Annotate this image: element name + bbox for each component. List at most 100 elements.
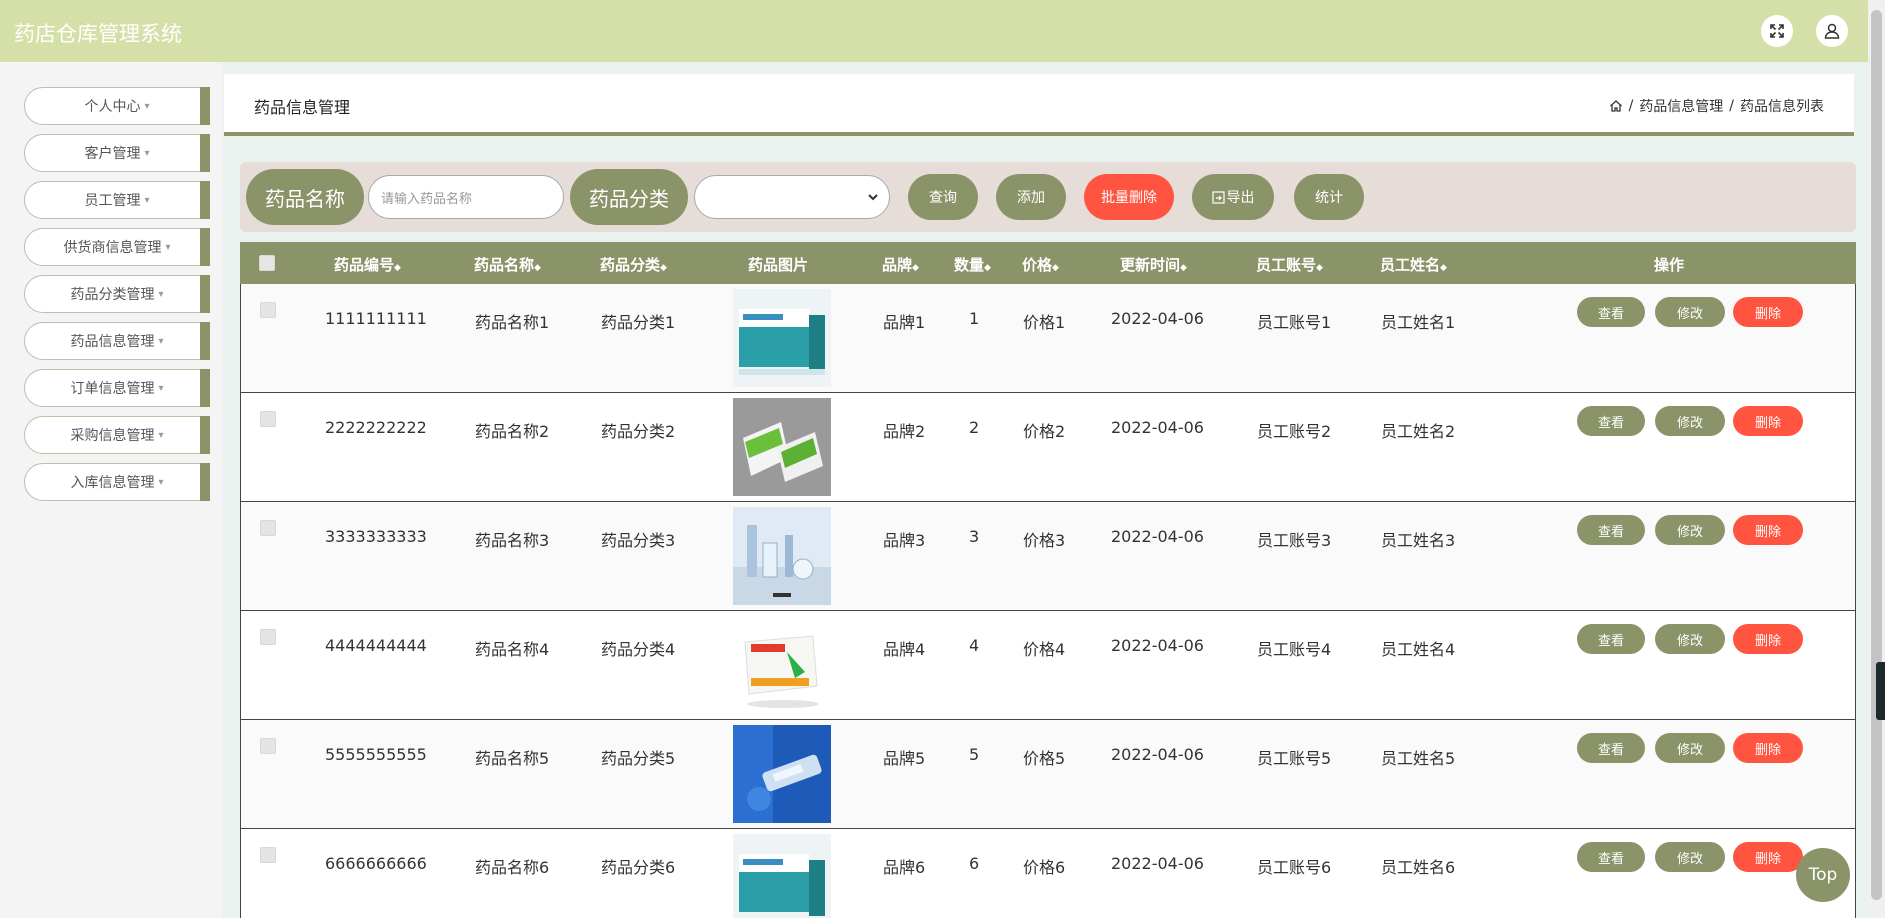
page-title: 药品信息管理: [254, 98, 351, 117]
table-row: 5555555555 药品名称5 药品分类5 品牌5 5 价格5 2022-04…: [240, 720, 1856, 829]
user-button[interactable]: [1816, 15, 1848, 47]
scrollbar-thumb[interactable]: [1871, 10, 1882, 900]
sidebar-item-label: 入库信息管理: [70, 475, 155, 491]
th-updated[interactable]: 更新时间◆: [1120, 254, 1187, 275]
delete-button[interactable]: 删除: [1733, 297, 1803, 327]
delete-button[interactable]: 删除: [1733, 406, 1803, 436]
cell-emp-name: 员工姓名6: [1381, 858, 1456, 877]
caret-down-icon: ▾: [144, 147, 150, 159]
edit-button[interactable]: 修改: [1655, 842, 1725, 872]
query-button[interactable]: 查询: [908, 174, 978, 220]
view-button[interactable]: 查看: [1577, 842, 1645, 872]
delete-button[interactable]: 删除: [1733, 624, 1803, 654]
cell-name: 药品名称3: [475, 531, 550, 550]
export-icon: [1211, 190, 1225, 204]
th-label: 药品编号: [334, 256, 395, 274]
cell-category: 药品分类2: [601, 422, 676, 441]
sidebar-item-label: 个人中心: [84, 99, 141, 115]
caret-down-icon: ▾: [165, 241, 171, 253]
view-button[interactable]: 查看: [1577, 515, 1645, 545]
drug-name-input[interactable]: 请输入药品名称: [368, 175, 564, 219]
sidebar-item-drug-info[interactable]: 药品信息管理 ▾: [24, 322, 210, 360]
th-name[interactable]: 药品名称◆: [474, 254, 541, 275]
sidebar-item-stock-in[interactable]: 入库信息管理 ▾: [24, 463, 210, 501]
side-tab[interactable]: [1876, 662, 1885, 720]
cell-updated: 2022-04-06: [1111, 527, 1204, 546]
th-label: 药品名称: [474, 256, 535, 274]
cell-brand: 品牌1: [883, 313, 926, 332]
sidebar-item-personal-center[interactable]: 个人中心 ▾: [24, 87, 210, 125]
sidebar-item-drug-categories[interactable]: 药品分类管理 ▾: [24, 275, 210, 313]
cell-updated: 2022-04-06: [1111, 745, 1204, 764]
drug-category-select[interactable]: [694, 175, 890, 219]
search-bar: 药品名称 请输入药品名称 药品分类 查询 添加 批量删除 导出 统计: [240, 162, 1856, 232]
th-label: 品牌: [882, 256, 913, 274]
cell-price: 价格5: [1023, 749, 1066, 768]
edit-button[interactable]: 修改: [1655, 515, 1725, 545]
back-to-top-button[interactable]: Top: [1796, 848, 1850, 902]
cell-emp-name: 员工姓名4: [1381, 640, 1456, 659]
cell-category: 药品分类5: [601, 749, 676, 768]
row-checkbox[interactable]: [260, 520, 276, 536]
sort-icon: ◆: [1180, 263, 1187, 273]
row-checkbox[interactable]: [260, 411, 276, 427]
row-checkbox[interactable]: [260, 629, 276, 645]
th-emp-name[interactable]: 员工姓名◆: [1380, 254, 1447, 275]
sidebar-item-customers[interactable]: 客户管理 ▾: [24, 134, 210, 172]
cell-brand: 品牌4: [883, 640, 926, 659]
drug-image[interactable]: [733, 507, 831, 605]
sidebar-item-label: 药品信息管理: [70, 334, 155, 350]
sidebar-item-orders[interactable]: 订单信息管理 ▾: [24, 369, 210, 407]
row-checkbox[interactable]: [260, 302, 276, 318]
view-button[interactable]: 查看: [1577, 406, 1645, 436]
view-button[interactable]: 查看: [1577, 297, 1645, 327]
cell-category: 药品分类6: [601, 858, 676, 877]
view-button[interactable]: 查看: [1577, 733, 1645, 763]
breadcrumb: / 药品信息管理 / 药品信息列表: [1609, 96, 1824, 116]
select-all-checkbox[interactable]: [259, 255, 275, 271]
delete-button[interactable]: 删除: [1733, 733, 1803, 763]
edit-button[interactable]: 修改: [1655, 733, 1725, 763]
sidebar-item-purchases[interactable]: 采购信息管理 ▾: [24, 416, 210, 454]
add-button[interactable]: 添加: [996, 174, 1066, 220]
page-scrollbar[interactable]: [1868, 0, 1885, 918]
breadcrumb-separator: /: [1729, 98, 1734, 114]
th-label: 员工账号: [1256, 256, 1317, 274]
export-button[interactable]: 导出: [1192, 174, 1274, 220]
drug-image[interactable]: [733, 398, 831, 496]
th-price[interactable]: 价格◆: [1022, 254, 1059, 275]
edit-button[interactable]: 修改: [1655, 406, 1725, 436]
fullscreen-button[interactable]: [1761, 15, 1793, 47]
delete-button[interactable]: 删除: [1733, 842, 1803, 872]
cell-code: 4444444444: [325, 636, 427, 655]
view-button[interactable]: 查看: [1577, 624, 1645, 654]
home-icon[interactable]: [1609, 99, 1623, 113]
stats-button[interactable]: 统计: [1294, 174, 1364, 220]
drug-image[interactable]: [733, 289, 831, 387]
edit-button[interactable]: 修改: [1655, 624, 1725, 654]
batch-delete-button[interactable]: 批量删除: [1084, 174, 1174, 220]
th-qty[interactable]: 数量◆: [954, 254, 991, 275]
sidebar-item-suppliers[interactable]: 供货商信息管理 ▾: [24, 228, 210, 266]
sidebar-item-employees[interactable]: 员工管理 ▾: [24, 181, 210, 219]
drug-image[interactable]: [733, 725, 831, 823]
edit-button[interactable]: 修改: [1655, 297, 1725, 327]
th-category[interactable]: 药品分类◆: [600, 254, 667, 275]
cell-code: 5555555555: [325, 745, 427, 764]
breadcrumb-level1[interactable]: 药品信息管理: [1639, 96, 1723, 116]
sidebar-item-label: 供货商信息管理: [63, 240, 162, 256]
delete-button[interactable]: 删除: [1733, 515, 1803, 545]
th-brand[interactable]: 品牌◆: [882, 254, 919, 275]
drug-image[interactable]: [733, 616, 831, 714]
sort-icon: ◆: [1052, 263, 1059, 273]
drug-image[interactable]: [733, 834, 831, 918]
row-checkbox[interactable]: [260, 738, 276, 754]
breadcrumb-level2: 药品信息列表: [1740, 99, 1824, 115]
th-code[interactable]: 药品编号◆: [334, 254, 401, 275]
th-label: 员工姓名: [1380, 256, 1441, 274]
drug-name-label: 药品名称: [246, 169, 364, 225]
row-checkbox[interactable]: [260, 847, 276, 863]
sidebar-item-label: 客户管理: [84, 146, 141, 162]
sidebar-item-label: 采购信息管理: [70, 428, 155, 444]
th-emp-acct[interactable]: 员工账号◆: [1256, 254, 1323, 275]
